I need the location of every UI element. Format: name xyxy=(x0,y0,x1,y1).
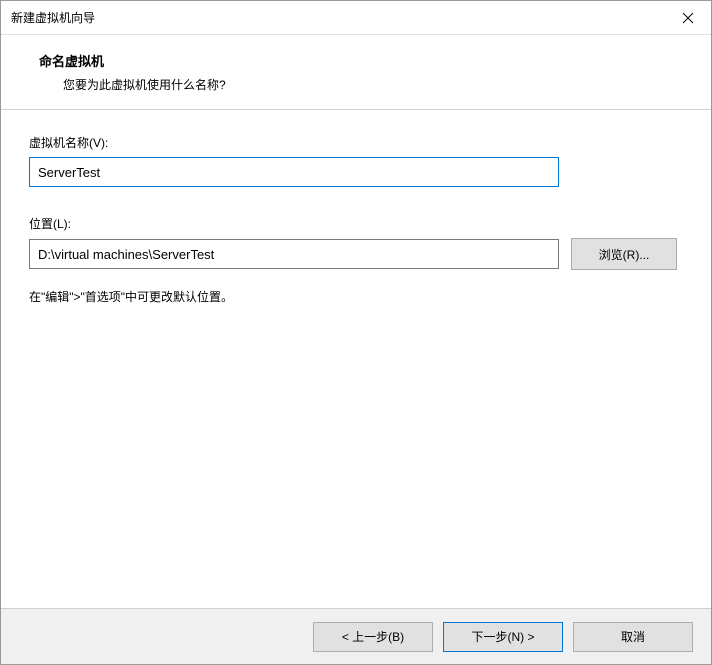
vm-name-input[interactable] xyxy=(29,157,559,187)
cancel-button[interactable]: 取消 xyxy=(573,622,693,652)
browse-button[interactable]: 浏览(R)... xyxy=(571,238,677,270)
hint-text: 在"编辑">"首选项"中可更改默认位置。 xyxy=(29,288,683,305)
content-section: 虚拟机名称(V): 位置(L): 浏览(R)... 在"编辑">"首选项"中可更… xyxy=(1,110,711,608)
titlebar: 新建虚拟机向导 xyxy=(1,1,711,35)
location-row: 浏览(R)... xyxy=(29,238,683,270)
back-button[interactable]: < 上一步(B) xyxy=(313,622,433,652)
page-subtitle: 您要为此虚拟机使用什么名称? xyxy=(63,76,691,93)
location-label: 位置(L): xyxy=(29,215,683,232)
next-button[interactable]: 下一步(N) > xyxy=(443,622,563,652)
vm-name-label: 虚拟机名称(V): xyxy=(29,134,683,151)
page-title: 命名虚拟机 xyxy=(39,51,691,70)
close-icon xyxy=(682,12,694,24)
window-title: 新建虚拟机向导 xyxy=(11,9,95,26)
close-button[interactable] xyxy=(665,1,711,35)
wizard-dialog: 新建虚拟机向导 命名虚拟机 您要为此虚拟机使用什么名称? 虚拟机名称(V): 位… xyxy=(0,0,712,665)
footer: < 上一步(B) 下一步(N) > 取消 xyxy=(1,608,711,664)
location-input[interactable] xyxy=(29,239,559,269)
header-section: 命名虚拟机 您要为此虚拟机使用什么名称? xyxy=(1,35,711,110)
